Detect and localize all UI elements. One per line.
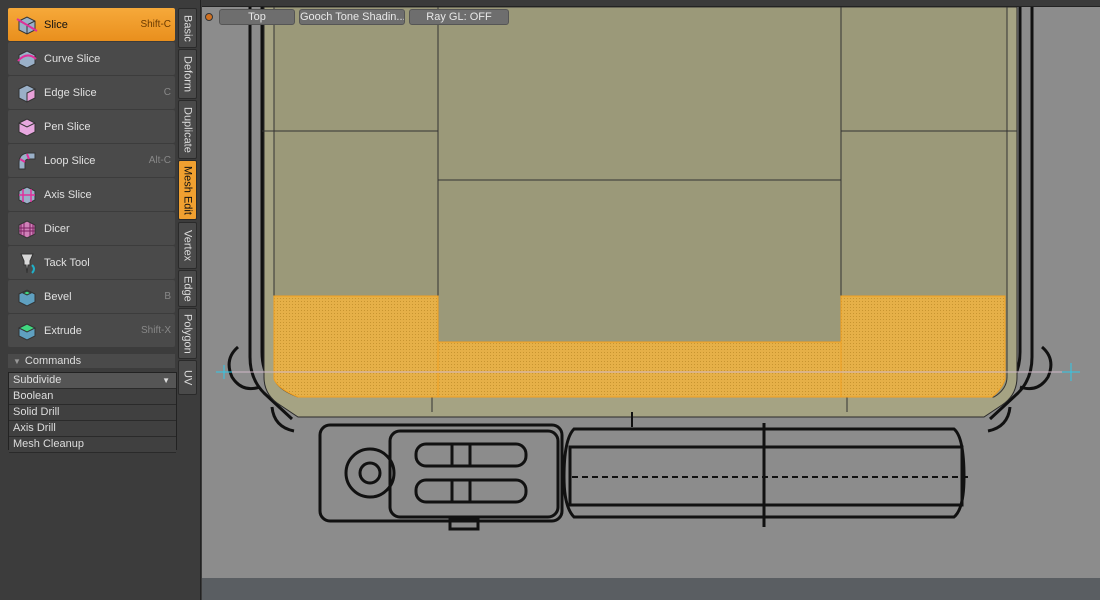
commands-header[interactable]: ▼ Commands — [8, 354, 175, 368]
commands-dropdown-value: Subdivide — [13, 374, 62, 386]
tool-label: Edge Slice — [44, 86, 97, 99]
tab-vertex[interactable]: Vertex — [178, 222, 197, 269]
3d-viewport[interactable] — [202, 6, 1100, 579]
tool-shortcut: C — [163, 87, 171, 98]
tack-tool-icon — [14, 250, 40, 276]
shading-mode-button[interactable]: Gooch Tone Shadin... — [299, 9, 405, 25]
tool-extrude[interactable]: Extrude Shift-X — [8, 314, 175, 347]
tab-mesh-edit[interactable]: Mesh Edit — [178, 160, 197, 220]
slice-icon — [14, 12, 40, 38]
tool-loop-slice[interactable]: Loop Slice Alt-C — [8, 144, 175, 177]
viewport-canvas[interactable] — [202, 7, 1100, 579]
tool-tabs: Basic Deform Duplicate Mesh Edit Vertex Edge P… — [178, 8, 197, 395]
command-item-mesh-cleanup[interactable]: Mesh Cleanup — [9, 437, 176, 453]
dropdown-arrow-icon[interactable]: ▼ — [162, 373, 170, 388]
viewport-toolbar: Top Gooch Tone Shadin... Ray GL: OFF — [205, 8, 513, 26]
tool-label: Curve Slice — [44, 52, 101, 65]
tool-label: Tack Tool — [44, 256, 90, 269]
tab-uv[interactable]: UV — [178, 360, 197, 395]
viewport-menu-dot-icon[interactable] — [205, 13, 213, 21]
tool-label: Pen Slice — [44, 120, 91, 133]
collapse-triangle-icon[interactable]: ▼ — [13, 355, 21, 369]
extrude-icon — [14, 318, 40, 344]
tool-slice[interactable]: Slice Shift-C — [8, 8, 175, 41]
command-item-axis-drill[interactable]: Axis Drill — [9, 421, 176, 437]
command-item-boolean[interactable]: Boolean — [9, 389, 176, 405]
tool-label: Dicer — [44, 222, 70, 235]
tool-tack-tool[interactable]: Tack Tool — [8, 246, 175, 279]
tool-bevel[interactable]: Bevel B — [8, 280, 175, 313]
tool-shortcut: B — [164, 291, 171, 302]
tab-basic[interactable]: Basic — [178, 8, 197, 48]
tool-label: Axis Slice — [44, 188, 92, 201]
tab-deform[interactable]: Deform — [178, 49, 197, 99]
axis-slice-icon — [14, 182, 40, 208]
tool-dicer[interactable]: Dicer — [8, 212, 175, 245]
view-type-button[interactable]: Top — [219, 9, 295, 25]
tool-list: Slice Shift-C Curve Slice Edge Slice C Pen Sl… — [8, 8, 175, 348]
commands-dropdown[interactable]: Subdivide ▼ — [9, 373, 176, 389]
viewport-footer — [202, 578, 1100, 600]
tab-duplicate[interactable]: Duplicate — [178, 100, 197, 159]
tool-axis-slice[interactable]: Axis Slice — [8, 178, 175, 211]
dicer-icon — [14, 216, 40, 242]
tool-label: Extrude — [44, 324, 82, 337]
pen-slice-icon — [14, 114, 40, 140]
tool-edge-slice[interactable]: Edge Slice C — [8, 76, 175, 109]
loop-slice-icon — [14, 148, 40, 174]
tab-edge[interactable]: Edge — [178, 270, 197, 307]
curve-slice-icon — [14, 46, 40, 72]
tool-label: Loop Slice — [44, 154, 96, 167]
tool-label: Bevel — [44, 290, 72, 303]
commands-list: Subdivide ▼ Boolean Solid Drill Axis Dri… — [8, 372, 177, 453]
tool-label: Slice — [44, 18, 68, 31]
raygl-toggle-button[interactable]: Ray GL: OFF — [409, 9, 509, 25]
bevel-icon — [14, 284, 40, 310]
commands-title: Commands — [24, 355, 82, 367]
tab-polygon[interactable]: Polygon — [178, 308, 197, 359]
tool-panel: Slice Shift-C Curve Slice Edge Slice C Pen Sl… — [0, 0, 201, 600]
tool-pen-slice[interactable]: Pen Slice — [8, 110, 175, 143]
edge-slice-icon — [14, 80, 40, 106]
tool-shortcut: Shift-X — [140, 325, 171, 336]
command-item-solid-drill[interactable]: Solid Drill — [9, 405, 176, 421]
tool-shortcut: Shift-C — [140, 19, 171, 30]
tool-shortcut: Alt-C — [148, 155, 171, 166]
tool-curve-slice[interactable]: Curve Slice — [8, 42, 175, 75]
